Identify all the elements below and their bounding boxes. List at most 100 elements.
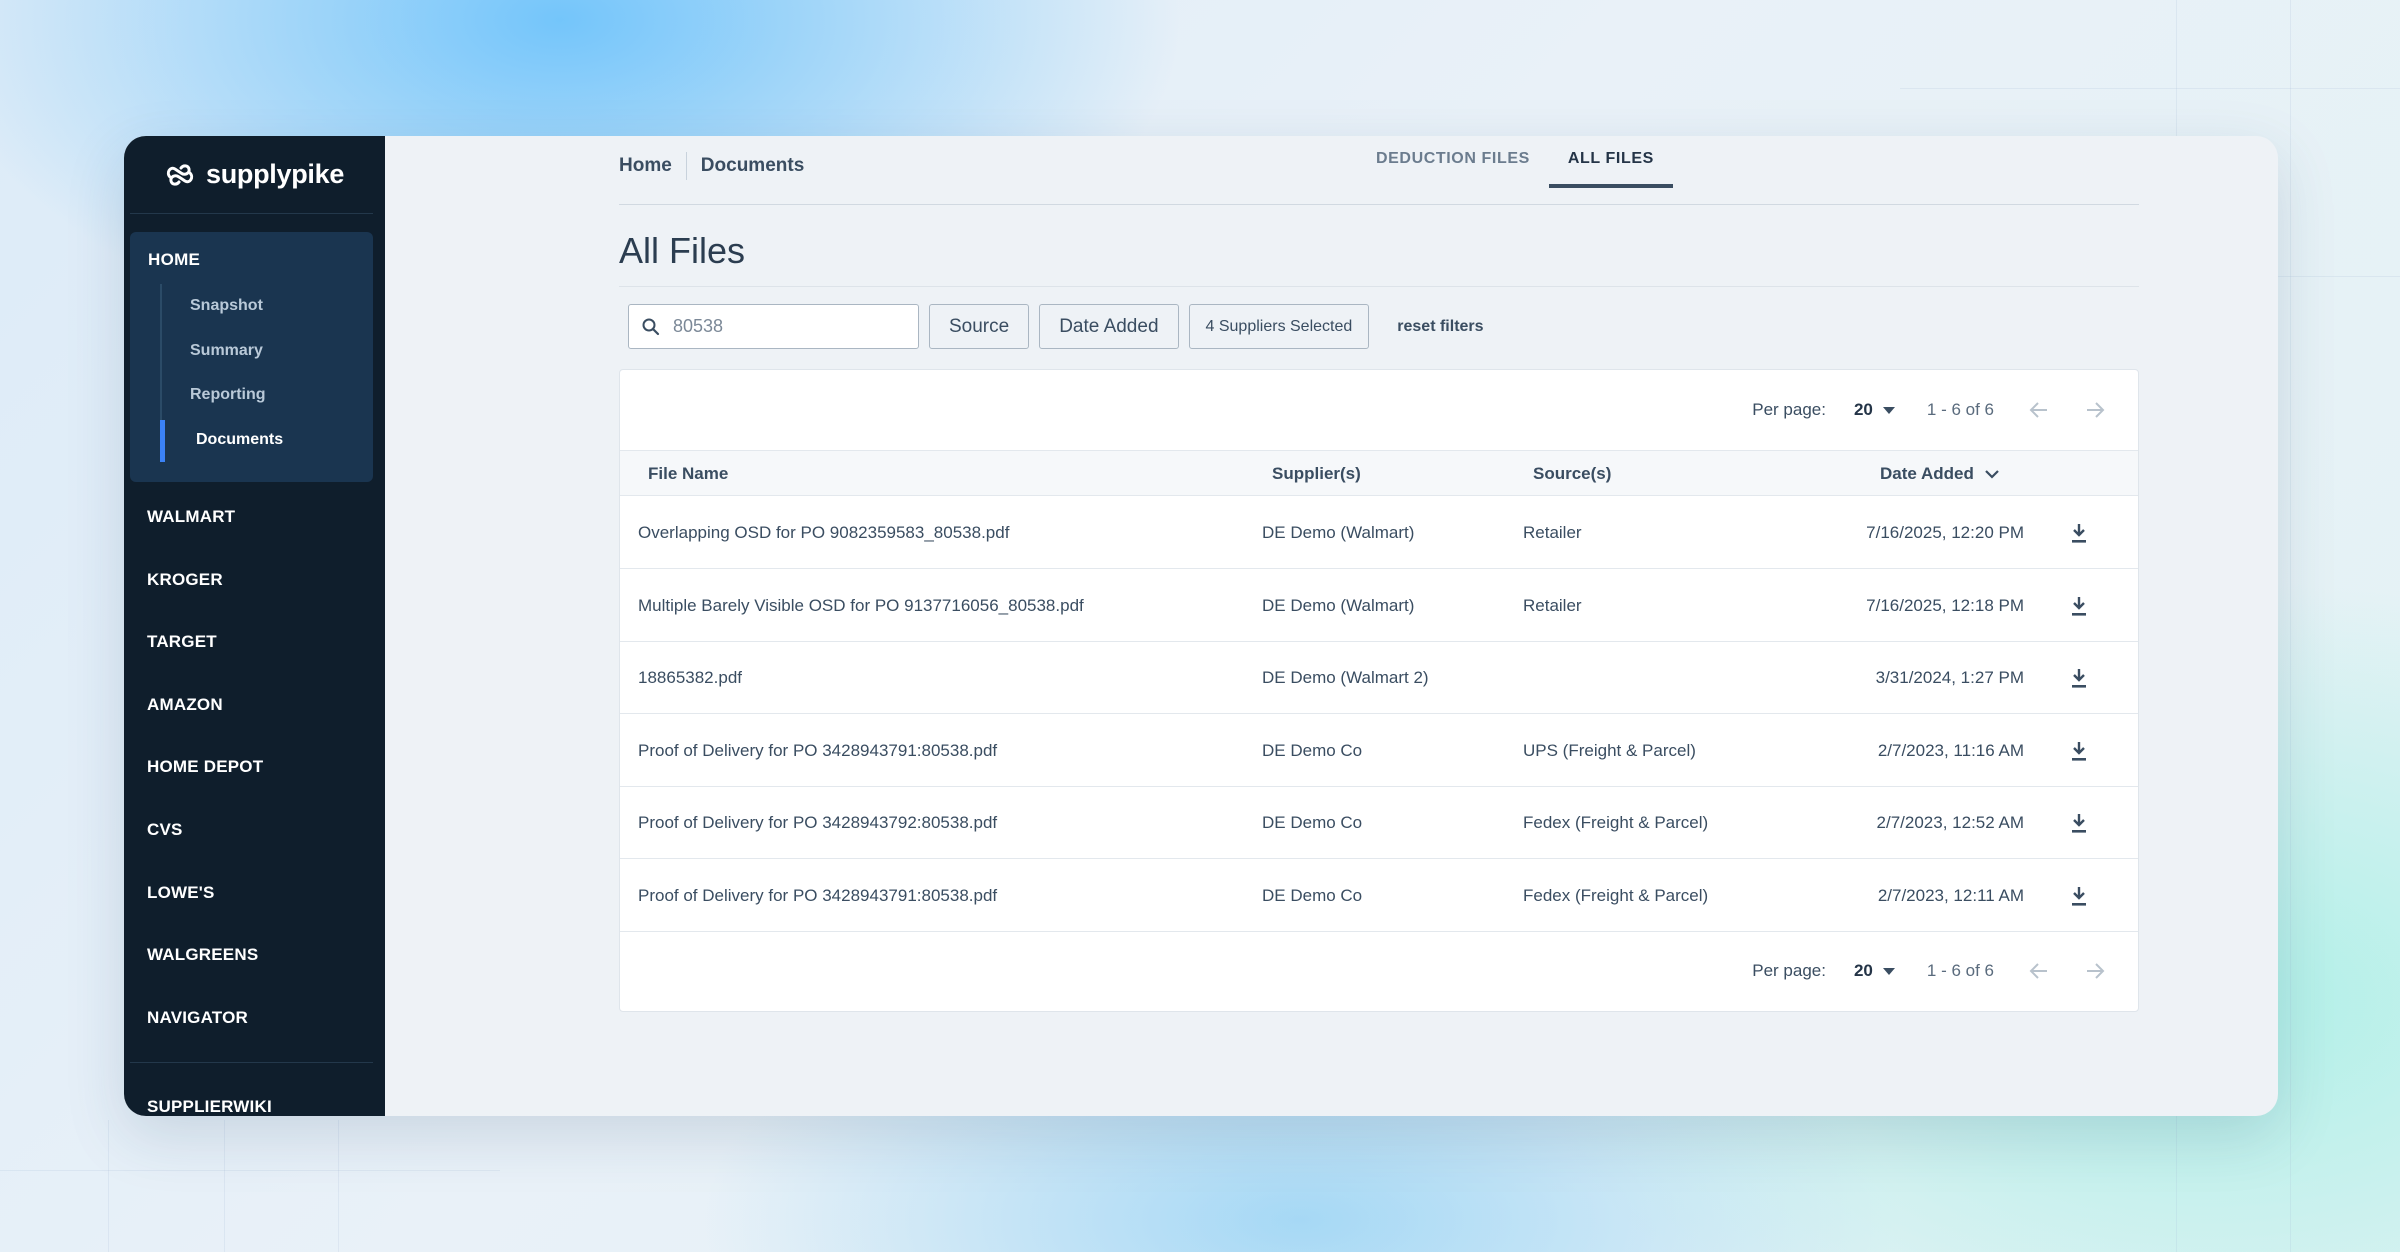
source-filter-button[interactable]: Source — [929, 304, 1030, 349]
supplier-cell: DE Demo Co — [1262, 885, 1363, 905]
download-button[interactable] — [2066, 520, 2092, 546]
supplier-cell: DE Demo (Walmart) — [1262, 523, 1415, 542]
per-page-select[interactable]: 20 — [1854, 961, 1895, 981]
table-row[interactable]: 18865382.pdf DE Demo (Walmart 2) 3/31/2024… — [620, 642, 2138, 714]
search-value: 80538 — [673, 316, 724, 336]
breadcrumb-home[interactable]: Home — [619, 155, 672, 177]
table-header: File Name Supplier(s) Source(s) Date Add… — [620, 450, 2138, 496]
arrow-right-icon — [2087, 963, 2105, 979]
files-table-card: Per page: 20 1 - 6 of 6 File Name Suppli… — [619, 369, 2139, 1012]
download-icon — [2072, 814, 2086, 833]
tab-deduction-files[interactable]: DEDUCTION FILES — [1357, 136, 1549, 188]
supplypike-logo-icon — [166, 163, 194, 186]
table-row[interactable]: Proof of Delivery for PO 3428943791:8053… — [620, 715, 2138, 787]
sidebar-item-supplierwiki[interactable]: SUPPLIERWIKI — [147, 1097, 272, 1116]
app-window: supplypike HOME Snapshot Summary Reporti… — [124, 136, 2278, 1116]
file-name-cell: Proof of Delivery for PO 3428943791:8053… — [638, 740, 998, 760]
date-added-cell: 2/7/2023, 12:11 AM — [1877, 885, 2024, 905]
sidebar-item-kroger[interactable]: KROGER — [147, 570, 223, 590]
sidebar-divider — [130, 1062, 373, 1063]
title-divider — [619, 286, 2139, 287]
tab-all-files[interactable]: ALL FILES — [1548, 136, 1673, 188]
download-button[interactable] — [2066, 810, 2092, 836]
main-content: Home Documents DEDUCTION FILES ALL FILES… — [385, 136, 2278, 1116]
download-icon — [2072, 741, 2086, 761]
download-button[interactable] — [2066, 593, 2092, 619]
sidebar-item-walmart[interactable]: WALMART — [147, 507, 235, 527]
breadcrumb: Home Documents — [619, 152, 804, 180]
next-page-button[interactable] — [2080, 956, 2110, 986]
page-range: 1 - 6 of 6 — [1926, 961, 1994, 980]
next-page-button[interactable] — [2080, 395, 2110, 425]
sidebar-item-cvs[interactable]: CVS — [147, 820, 183, 840]
bg-grid-line — [2290, 0, 2291, 1252]
prev-page-button[interactable] — [2024, 395, 2054, 425]
per-page-select[interactable]: 20 — [1854, 400, 1895, 420]
sidebar-item-walgreens[interactable]: WALGREENS — [147, 945, 258, 965]
sidebar-item-home[interactable]: HOME — [148, 250, 200, 270]
sidebar-item-amazon[interactable]: AMAZON — [147, 695, 223, 715]
column-header-sources[interactable]: Source(s) — [1533, 464, 1611, 484]
file-name-cell: Proof of Delivery for PO 3428943791:8053… — [638, 885, 998, 905]
bg-grid-line — [108, 1120, 109, 1252]
column-header-file-name[interactable]: File Name — [648, 464, 728, 484]
arrow-left-icon — [2029, 963, 2047, 979]
prev-page-button[interactable] — [2024, 956, 2054, 986]
sidebar-item-target[interactable]: TARGET — [147, 632, 217, 652]
date-added-filter-button[interactable]: Date Added — [1039, 304, 1179, 349]
arrow-left-icon — [2029, 402, 2047, 418]
search-input[interactable]: 80538 — [628, 304, 919, 349]
suppliers-filter-button[interactable]: 4 Suppliers Selected — [1188, 304, 1370, 349]
arrow-right-icon — [2087, 402, 2105, 418]
table-row[interactable]: Proof of Delivery for PO 3428943791:8053… — [620, 860, 2138, 932]
sidebar-item-lowes[interactable]: LOWE'S — [147, 883, 215, 903]
breadcrumb-separator — [685, 152, 687, 180]
download-icon — [2072, 596, 2086, 616]
table-row[interactable]: Multiple Barely Visible OSD for PO 91377… — [620, 570, 2138, 642]
pagination-top: Per page: 20 1 - 6 of 6 — [1752, 370, 2138, 450]
supplier-cell: DE Demo (Walmart 2) — [1262, 668, 1429, 687]
column-header-date-added[interactable]: Date Added — [1880, 464, 2000, 484]
filter-bar: 80538 Source Date Added 4 Suppliers Sele… — [628, 304, 1484, 349]
logo[interactable]: supplypike — [130, 136, 373, 214]
sidebar-item-snapshot[interactable]: Snapshot — [190, 297, 263, 315]
page-range: 1 - 6 of 6 — [1926, 400, 1994, 419]
page-title: All Files — [619, 230, 746, 271]
bg-grid-line — [1900, 88, 2400, 89]
download-button[interactable] — [2066, 883, 2092, 909]
date-added-cell: 2/7/2023, 11:16 AM — [1877, 740, 2024, 760]
download-button[interactable] — [2066, 665, 2092, 691]
download-icon — [2072, 886, 2086, 906]
source-cell: Retailer — [1523, 523, 1582, 542]
sidebar-item-reporting[interactable]: Reporting — [190, 386, 266, 404]
sidebar-item-documents[interactable]: Documents — [196, 431, 283, 449]
file-name-cell: Multiple Barely Visible OSD for PO 91377… — [638, 595, 1084, 615]
active-indicator — [160, 420, 165, 462]
pagination-bottom: Per page: 20 1 - 6 of 6 — [1752, 931, 2138, 1011]
logo-text: supplypike — [206, 159, 345, 189]
sidebar-item-navigator[interactable]: NAVIGATOR — [147, 1008, 248, 1028]
file-name-cell: Proof of Delivery for PO 3428943792:8053… — [638, 813, 998, 832]
sidebar-group-home: HOME Snapshot Summary Reporting Document… — [130, 232, 373, 482]
per-page-value: 20 — [1853, 961, 1873, 980]
download-icon — [2072, 669, 2086, 688]
source-cell: Retailer — [1523, 595, 1582, 615]
table-row[interactable]: Proof of Delivery for PO 3428943792:8053… — [620, 787, 2138, 859]
download-button[interactable] — [2066, 738, 2092, 764]
bg-grid-line — [338, 1120, 339, 1252]
supplier-cell: DE Demo Co — [1262, 740, 1363, 760]
reset-filters-link[interactable]: reset filters — [1397, 318, 1483, 336]
per-page-label: Per page: — [1752, 400, 1826, 419]
date-added-cell: 2/7/2023, 12:52 AM — [1876, 813, 2024, 832]
breadcrumb-documents[interactable]: Documents — [701, 155, 804, 177]
sidebar-item-home-depot[interactable]: HOME DEPOT — [147, 757, 263, 777]
source-cell: Fedex (Freight & Parcel) — [1523, 885, 1709, 905]
source-cell: UPS (Freight & Parcel) — [1523, 740, 1696, 760]
bg-grid-line — [0, 1170, 500, 1171]
date-added-cell: 7/16/2025, 12:18 PM — [1866, 595, 2024, 615]
bg-grid-line — [224, 1120, 225, 1252]
sidebar-item-summary[interactable]: Summary — [190, 342, 263, 360]
file-name-cell: 18865382.pdf — [638, 668, 742, 687]
column-header-suppliers[interactable]: Supplier(s) — [1272, 464, 1361, 484]
table-row[interactable]: Overlapping OSD for PO 9082359583_80538.… — [620, 497, 2138, 569]
